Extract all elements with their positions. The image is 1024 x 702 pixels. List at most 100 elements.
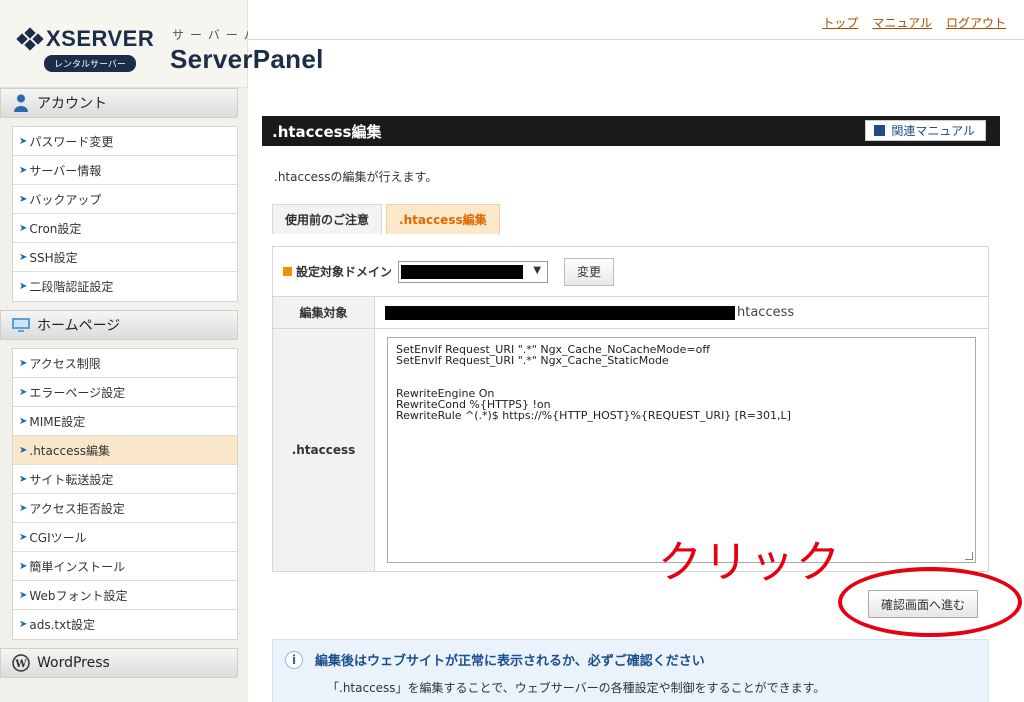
svg-text:W: W bbox=[14, 659, 27, 670]
sidebar-item-error-page[interactable]: ➤ エラーページ設定 bbox=[13, 378, 237, 407]
sidebar-item-password[interactable]: ➤ パスワード変更 bbox=[13, 127, 237, 156]
sidebar-item-label: Webフォント設定 bbox=[29, 588, 128, 603]
top-link-manual[interactable]: マニュアル bbox=[872, 14, 932, 31]
target-row: 編集対象 htaccess bbox=[273, 297, 988, 329]
homepage-menu: ➤ アクセス制限 ➤ エラーページ設定 ➤ MIME設定 ➤ .htaccess編集 ➤… bbox=[12, 348, 238, 640]
title-bar: .htaccess編集 関連マニュアル bbox=[262, 116, 1000, 146]
resize-handle-icon[interactable] bbox=[965, 552, 973, 560]
section-title: WordPress bbox=[37, 655, 110, 671]
wordpress-icon: W bbox=[11, 654, 31, 672]
sidebar-item-ssh[interactable]: ➤ SSH設定 bbox=[13, 243, 237, 272]
user-icon bbox=[11, 94, 31, 112]
brand-name: XSERVER bbox=[46, 26, 155, 51]
sidebar-item-access-limit[interactable]: ➤ アクセス制限 bbox=[13, 349, 237, 378]
arrow-icon: ➤ bbox=[19, 415, 28, 427]
sidebar-item-label: MIME設定 bbox=[29, 414, 86, 429]
sidebar-item-label: ads.txt設定 bbox=[29, 618, 95, 632]
sidebar-item-redirect[interactable]: ➤ サイト転送設定 bbox=[13, 465, 237, 494]
sidebar-item-access-deny[interactable]: ➤ アクセス拒否設定 bbox=[13, 494, 237, 523]
tab-htaccess-edit[interactable]: .htaccess編集 bbox=[386, 204, 500, 234]
redacted-path bbox=[385, 305, 735, 320]
book-icon bbox=[874, 125, 886, 136]
info-icon: i bbox=[285, 650, 303, 669]
arrow-icon: ➤ bbox=[19, 281, 28, 292]
code-line: SetEnvIf Request_URI ".*" Ngx_Cache_Stat… bbox=[396, 354, 669, 367]
sidebar-item-label: SSH設定 bbox=[29, 250, 78, 265]
account-menu: ➤ パスワード変更 ➤ サーバー情報 ➤ バックアップ ➤ Cron設定 ➤ SSH設定 … bbox=[12, 126, 238, 302]
sidebar-item-label: CGIツール bbox=[29, 530, 87, 545]
sidebar: アカウント ➤ パスワード変更 ➤ サーバー情報 ➤ バックアップ ➤ Cron設定 ➤… bbox=[0, 88, 248, 702]
arrow-icon: ➤ bbox=[19, 222, 28, 234]
arrow-icon: ➤ bbox=[19, 473, 28, 485]
domain-label: 設定対象ドメイン bbox=[296, 265, 393, 279]
page-description: .htaccessの編集が行えます。 bbox=[274, 170, 438, 184]
arrow-icon: ➤ bbox=[19, 193, 28, 205]
sidebar-item-label: サーバー情報 bbox=[29, 163, 102, 178]
related-manual-button[interactable]: 関連マニュアル bbox=[865, 120, 986, 141]
sidebar-item-cgi[interactable]: ➤ CGIツール bbox=[13, 523, 237, 552]
change-domain-button[interactable]: 変更 bbox=[564, 257, 615, 286]
target-value: htaccess bbox=[375, 297, 988, 328]
orange-bullet-icon bbox=[283, 267, 292, 276]
product-name: ServerPanel bbox=[170, 44, 324, 74]
sidebar-item-backup[interactable]: ➤ バックアップ bbox=[13, 185, 237, 214]
sidebar-section-wordpress: W WordPress bbox=[0, 648, 238, 678]
related-manual-label: 関連マニュアル bbox=[891, 124, 975, 138]
page-title: .htaccess編集 bbox=[272, 122, 382, 141]
info-box: i 編集後はウェブサイトが正常に表示されるか、必ずご確認ください 「.htacc… bbox=[272, 639, 989, 702]
section-title: アカウント bbox=[37, 96, 107, 112]
top-link-home[interactable]: トップ bbox=[822, 14, 858, 31]
click-annotation: クリック bbox=[658, 537, 842, 588]
info-title: 編集後はウェブサイトが正常に表示されるか、必ずご確認ください bbox=[315, 654, 705, 669]
tabs: 使用前のご注意 .htaccess編集 bbox=[272, 204, 500, 234]
section-title: ホームページ bbox=[37, 318, 121, 334]
sidebar-item-2fa[interactable]: ➤ 二段階認証設定 bbox=[13, 272, 237, 301]
arrow-icon: ➤ bbox=[19, 502, 28, 514]
arrow-icon: ➤ bbox=[19, 135, 28, 147]
sidebar-item-server-info[interactable]: ➤ サーバー情報 bbox=[13, 156, 237, 185]
sidebar-item-label: サイト転送設定 bbox=[29, 472, 114, 487]
domain-select[interactable]: ▼ bbox=[398, 260, 549, 283]
sidebar-item-webfont[interactable]: ➤ Webフォント設定 bbox=[13, 581, 237, 610]
arrow-icon: ➤ bbox=[19, 444, 28, 456]
htaccess-form: 設定対象ドメイン ▼ 変更 編集対象 htaccess .htaccess Se… bbox=[272, 246, 989, 572]
sidebar-item-mime[interactable]: ➤ MIME設定 bbox=[13, 407, 237, 436]
header: XSERVER サーバーパネル レンタルサーバー ServerPanel トップ… bbox=[0, 0, 1024, 88]
info-body: 「.htaccess」を編集することで、ウェブサーバーの各種設定や制御をすること… bbox=[327, 681, 826, 695]
main-content: .htaccess編集 関連マニュアル .htaccessの編集が行えます。 使… bbox=[262, 116, 1022, 702]
sidebar-section-account: アカウント bbox=[0, 88, 238, 118]
target-label: 編集対象 bbox=[273, 297, 375, 328]
arrow-icon: ➤ bbox=[19, 386, 28, 398]
brand-badge: レンタルサーバー bbox=[44, 55, 136, 72]
redacted-domain bbox=[401, 264, 524, 279]
tab-notes[interactable]: 使用前のご注意 bbox=[272, 204, 383, 234]
sidebar-item-ads-txt[interactable]: ➤ ads.txt設定 bbox=[13, 610, 237, 639]
sidebar-item-htaccess[interactable]: ➤ .htaccess編集 bbox=[13, 436, 237, 465]
domain-row: 設定対象ドメイン ▼ 変更 bbox=[273, 247, 988, 297]
sidebar-section-homepage: ホームページ bbox=[0, 310, 238, 340]
htaccess-label: .htaccess bbox=[273, 329, 375, 571]
sidebar-item-label: アクセス拒否設定 bbox=[29, 501, 125, 516]
sidebar-item-cron[interactable]: ➤ Cron設定 bbox=[13, 214, 237, 243]
sidebar-item-easy-install[interactable]: ➤ 簡単インストール bbox=[13, 552, 237, 581]
sidebar-item-label: .htaccess編集 bbox=[29, 443, 110, 458]
code-line: RewriteRule ^(.*)$ https://%{HTTP_HOST}%… bbox=[396, 409, 791, 422]
htaccess-row: .htaccess SetEnvIf Request_URI ".*" Ngx_… bbox=[273, 329, 988, 571]
sidebar-item-label: 二段階認証設定 bbox=[29, 280, 114, 294]
arrow-icon: ➤ bbox=[19, 164, 28, 176]
sidebar-item-label: バックアップ bbox=[29, 192, 102, 207]
sidebar-item-label: エラーページ設定 bbox=[29, 385, 126, 400]
arrow-icon: ➤ bbox=[19, 619, 28, 630]
arrow-icon: ➤ bbox=[19, 357, 28, 369]
top-bar: トップ マニュアル ログアウト bbox=[248, 0, 1024, 40]
top-link-logout[interactable]: ログアウト bbox=[946, 14, 1006, 31]
xserver-logo-icon bbox=[16, 27, 44, 51]
highlight-circle bbox=[838, 567, 1022, 637]
sidebar-item-label: パスワード変更 bbox=[29, 134, 114, 149]
arrow-icon: ➤ bbox=[19, 560, 28, 572]
arrow-icon: ➤ bbox=[19, 251, 28, 263]
sidebar-item-label: アクセス制限 bbox=[29, 356, 101, 371]
logo[interactable]: XSERVER サーバーパネル レンタルサーバー ServerPanel bbox=[0, 0, 323, 88]
dropdown-caret-icon: ▼ bbox=[533, 264, 542, 276]
